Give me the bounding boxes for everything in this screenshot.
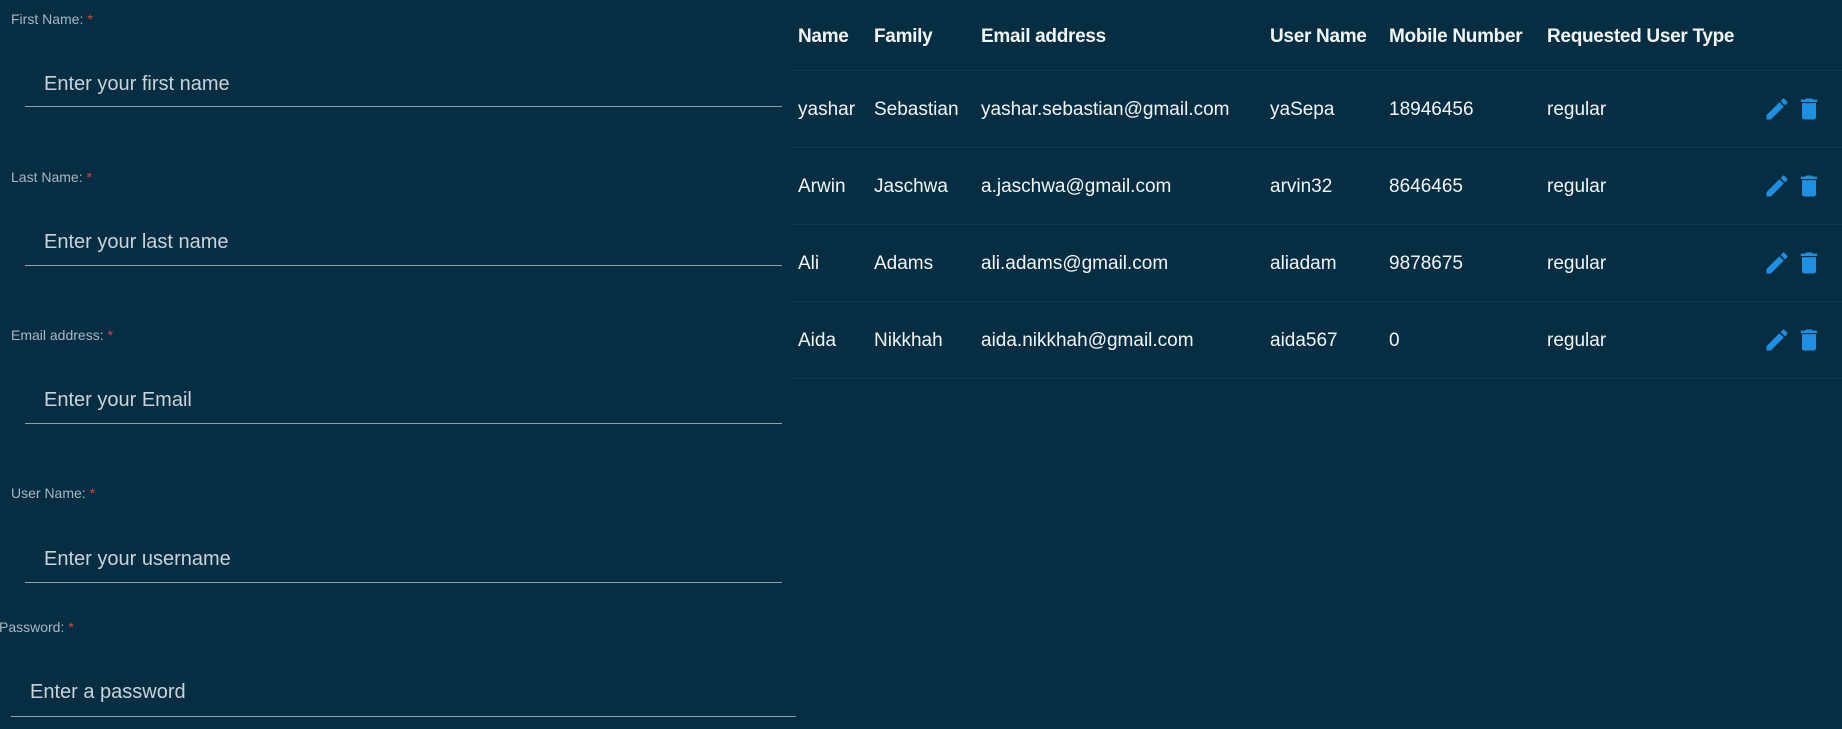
table-row: Aida Nikkhah aida.nikkhah@gmail.com aida… — [790, 302, 1842, 379]
table-row: Ali Adams ali.adams@gmail.com aliadam 98… — [790, 225, 1842, 302]
last-name-input[interactable] — [25, 220, 782, 266]
username-label: User Name: * — [11, 485, 95, 501]
cell-username: aliadam — [1270, 253, 1337, 274]
column-header-mobile: Mobile Number — [1389, 26, 1523, 47]
users-table: Name Family Email address User Name Mobi… — [790, 0, 1842, 400]
pencil-icon[interactable] — [1763, 249, 1791, 277]
user-form: First Name:* Last Name:* Email address:*… — [0, 0, 800, 729]
column-header-user-type: Requested User Type — [1547, 26, 1735, 47]
cell-family: Nikkhah — [874, 330, 943, 351]
email-label-text: Email address: — [11, 327, 104, 343]
password-label-text: Password: — [0, 619, 65, 635]
first-name-label-text: First Name: — [11, 11, 84, 27]
pencil-icon[interactable] — [1763, 172, 1791, 200]
cell-user-type: regular — [1547, 99, 1607, 120]
pencil-icon[interactable] — [1763, 326, 1791, 354]
cell-mobile: 18946456 — [1389, 99, 1474, 120]
cell-user-type: regular — [1547, 330, 1607, 351]
trash-icon[interactable] — [1795, 95, 1823, 123]
required-mark: * — [86, 169, 93, 185]
table-row: yashar Sebastian yashar.sebastian@gmail.… — [790, 71, 1842, 148]
cell-email: aida.nikkhah@gmail.com — [981, 330, 1194, 351]
last-name-label-text: Last Name: — [11, 169, 83, 185]
cell-name: yashar — [798, 99, 856, 120]
column-header-username: User Name — [1270, 26, 1367, 47]
cell-user-type: regular — [1547, 176, 1607, 197]
row-actions — [1763, 326, 1823, 354]
password-label: Password: * — [0, 619, 74, 635]
cell-mobile: 8646465 — [1389, 176, 1463, 197]
row-actions — [1763, 249, 1823, 277]
cell-family: Adams — [874, 253, 934, 274]
password-input[interactable] — [11, 668, 796, 717]
cell-user-type: regular — [1547, 253, 1607, 274]
table-row: Arwin Jaschwa a.jaschwa@gmail.com arvin3… — [790, 148, 1842, 225]
last-name-label: Last Name: * — [11, 169, 92, 185]
cell-family: Jaschwa — [874, 176, 948, 197]
cell-email: a.jaschwa@gmail.com — [981, 176, 1172, 197]
cell-email: ali.adams@gmail.com — [981, 253, 1169, 274]
column-header-name: Name — [798, 26, 849, 47]
table-header: Name Family Email address User Name Mobi… — [790, 0, 1842, 71]
cell-email: yashar.sebastian@gmail.com — [981, 99, 1230, 120]
cell-mobile: 9878675 — [1389, 253, 1463, 274]
required-mark: * — [87, 11, 93, 27]
pencil-icon[interactable] — [1763, 95, 1791, 123]
email-label: Email address: * — [11, 327, 113, 343]
row-actions — [1763, 95, 1823, 123]
required-mark: * — [107, 327, 114, 343]
username-input[interactable] — [25, 536, 782, 583]
column-header-email: Email address — [981, 26, 1106, 47]
row-actions — [1763, 172, 1823, 200]
required-mark: * — [89, 485, 96, 501]
cell-name: Aida — [798, 330, 837, 351]
trash-icon[interactable] — [1795, 326, 1823, 354]
cell-family: Sebastian — [874, 99, 959, 120]
column-header-family: Family — [874, 26, 933, 47]
trash-icon[interactable] — [1795, 172, 1823, 200]
cell-name: Arwin — [798, 176, 846, 197]
cell-username: aida567 — [1270, 330, 1338, 351]
required-mark: * — [68, 619, 74, 635]
email-input[interactable] — [25, 378, 782, 424]
page: First Name:* Last Name:* Email address:*… — [0, 0, 1842, 729]
cell-username: yaSepa — [1270, 99, 1335, 120]
trash-icon[interactable] — [1795, 249, 1823, 277]
username-label-text: User Name: — [11, 485, 86, 501]
first-name-label: First Name: * — [11, 11, 93, 27]
cell-mobile: 0 — [1389, 330, 1400, 351]
cell-name: Ali — [798, 253, 820, 274]
cell-username: arvin32 — [1270, 176, 1333, 197]
first-name-input[interactable] — [25, 62, 782, 107]
